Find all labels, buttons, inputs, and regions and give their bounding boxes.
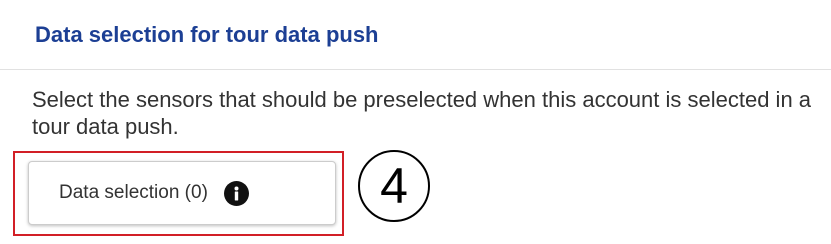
section-description: Select the sensors that should be presel… xyxy=(32,87,812,139)
section-title: Data selection for tour data push xyxy=(35,22,379,47)
tour-data-push-panel: Data selection for tour data push Select… xyxy=(0,0,831,244)
info-icon[interactable] xyxy=(223,180,249,206)
data-selection-button-label: Data selection (0) xyxy=(59,182,208,203)
divider xyxy=(0,69,831,70)
step-number-marker: 4 xyxy=(358,150,430,222)
data-selection-button[interactable]: Data selection (0) xyxy=(28,161,336,225)
